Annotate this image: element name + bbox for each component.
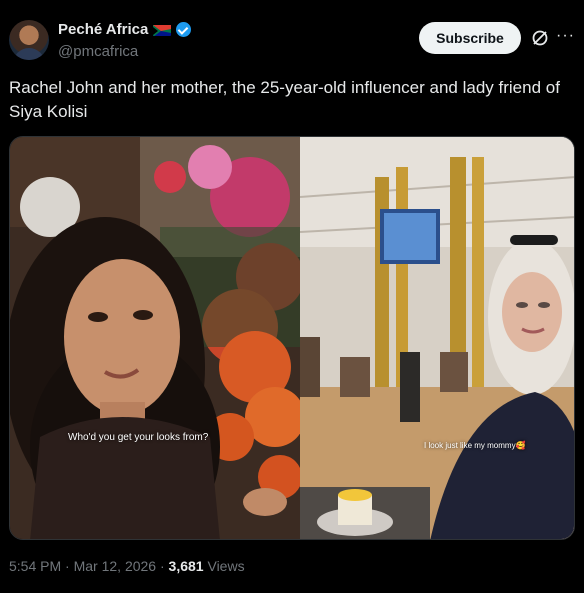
- post-header: Peché Africa @pmcafrica Subscribe ···: [0, 0, 584, 72]
- post-meta: 5:54 PM · Mar 12, 2026 · 3,681 Views: [9, 558, 245, 574]
- media-right-photo: I look just like my mommy🥰: [300, 137, 574, 539]
- separator: ·: [159, 558, 165, 574]
- verified-badge-icon: [176, 22, 192, 37]
- separator: ·: [65, 558, 70, 574]
- media-left-photo: Who'd you get your looks from?: [10, 137, 300, 539]
- subscribe-button[interactable]: Subscribe: [419, 22, 521, 54]
- post-date[interactable]: Mar 12, 2026: [74, 558, 157, 574]
- views-label: Views: [207, 558, 245, 574]
- post-time[interactable]: 5:54 PM: [9, 558, 61, 574]
- grok-icon[interactable]: [531, 29, 549, 47]
- author-handle[interactable]: @pmcafrica: [58, 43, 138, 60]
- author-name[interactable]: Peché Africa: [58, 21, 148, 38]
- more-options-icon[interactable]: ···: [556, 28, 575, 44]
- author-name-row: Peché Africa: [58, 21, 192, 38]
- post-text: Rachel John and her mother, the 25-year-…: [9, 78, 560, 121]
- media-left-caption: Who'd you get your looks from?: [68, 432, 209, 443]
- views-count: 3,681: [168, 558, 204, 574]
- media-right-caption: I look just like my mommy🥰: [424, 441, 526, 450]
- south-africa-flag-icon: [153, 24, 172, 36]
- post-media[interactable]: Who'd you get your looks from? I look ju…: [9, 136, 575, 540]
- avatar[interactable]: [9, 20, 49, 60]
